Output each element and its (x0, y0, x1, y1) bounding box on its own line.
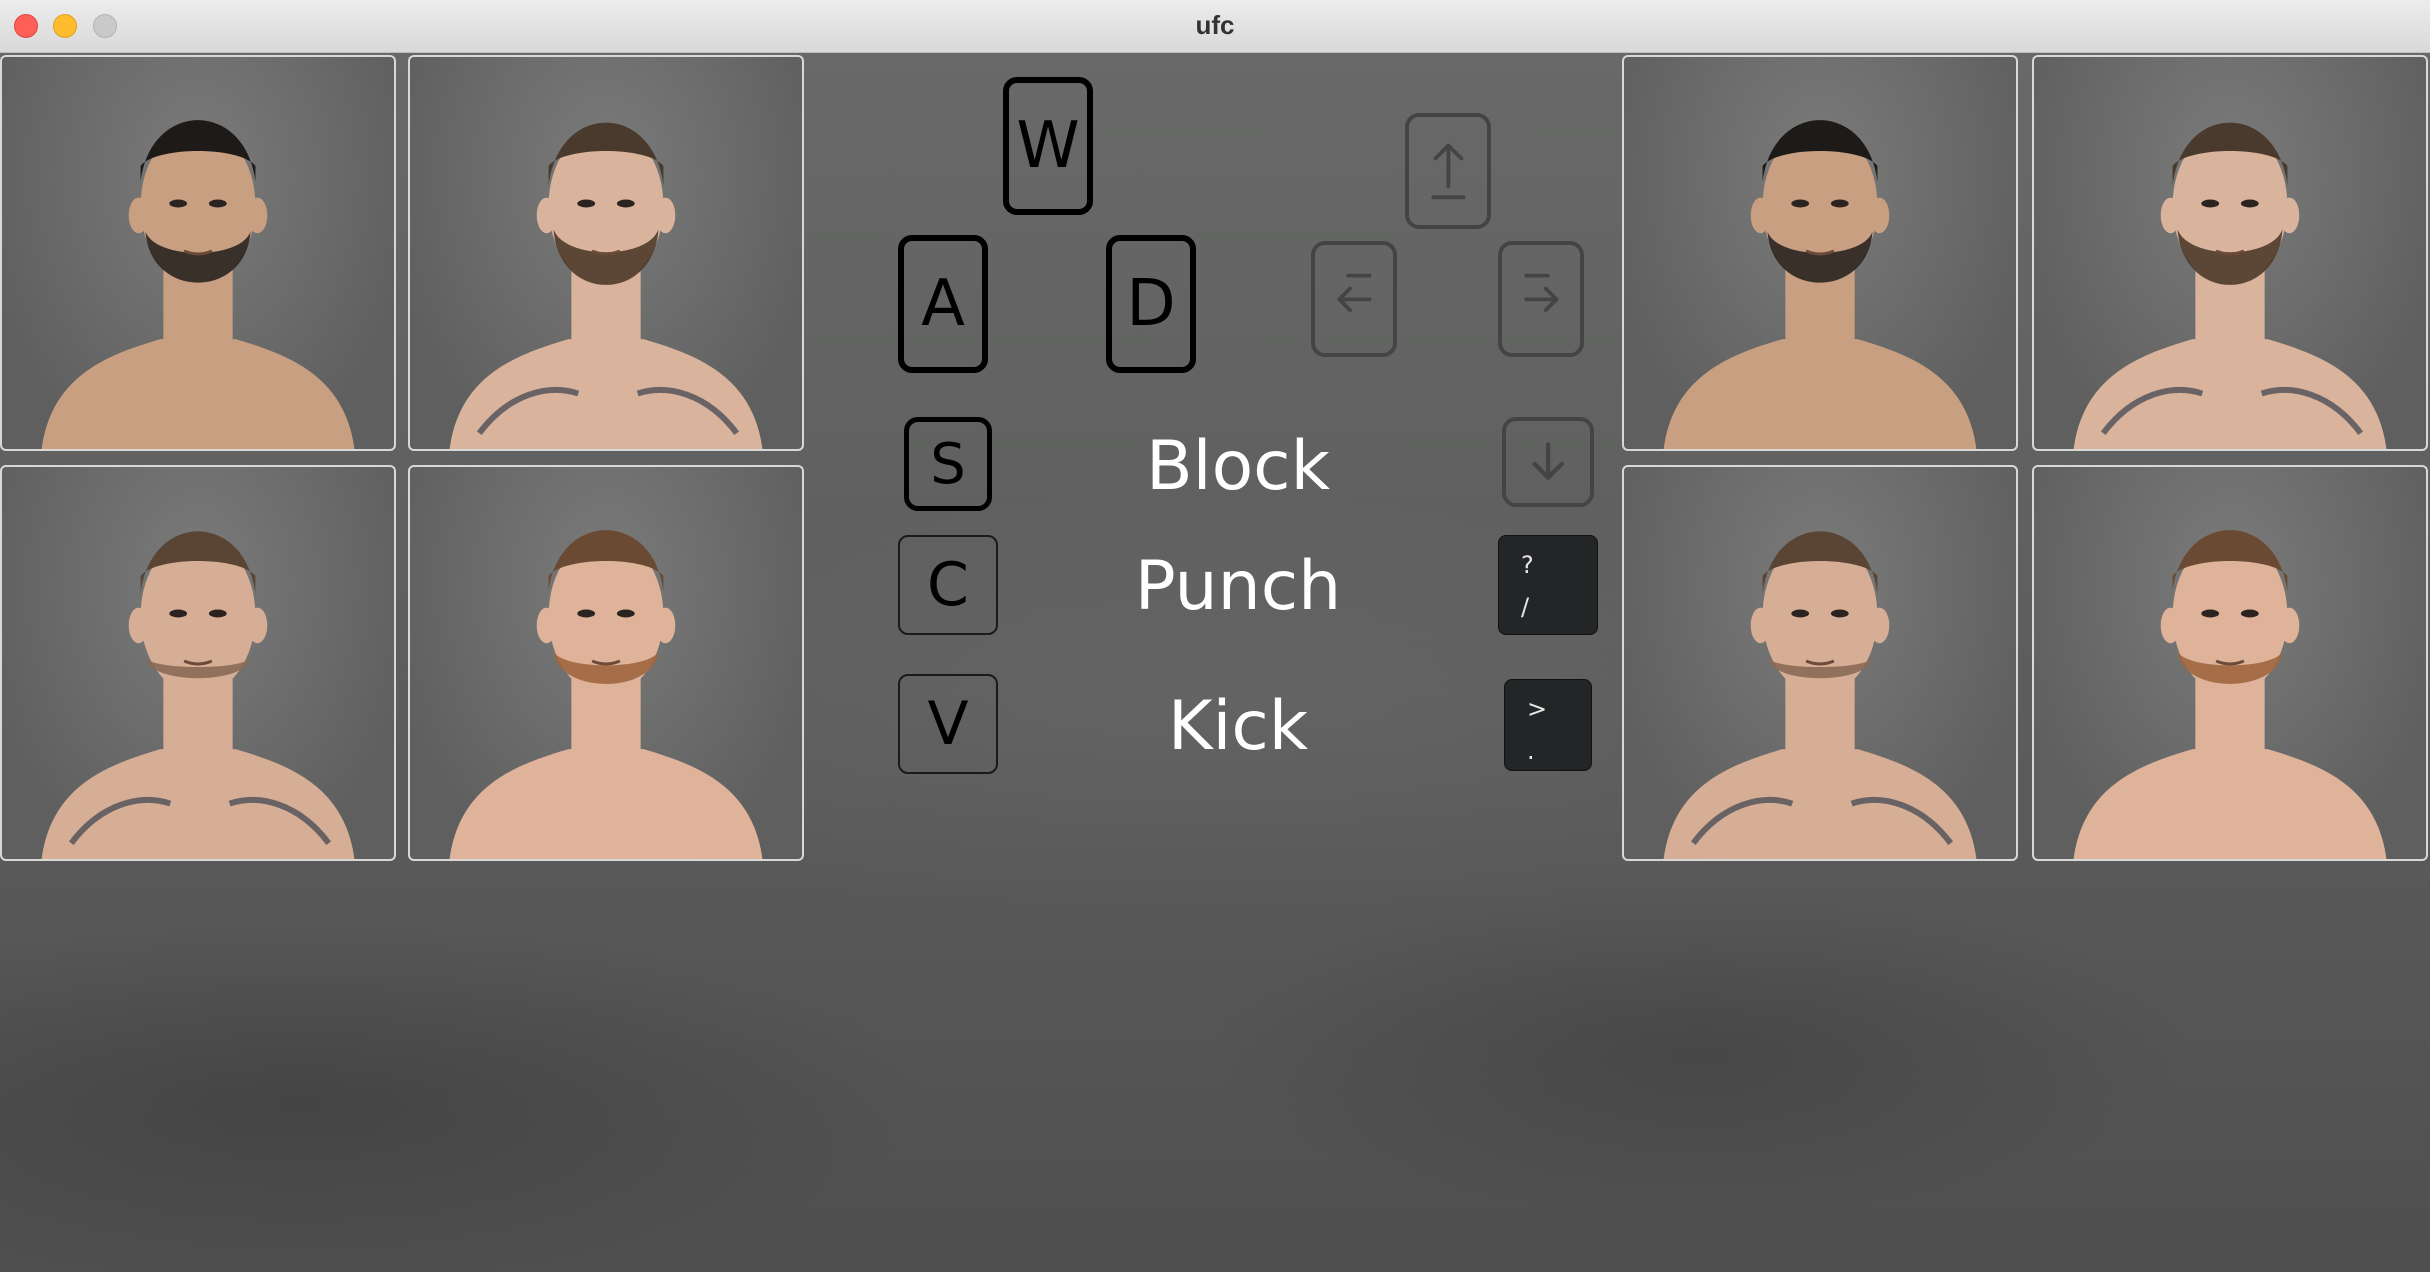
key-v: V (898, 674, 998, 774)
key-period-shift-char: > (1527, 695, 1548, 723)
window-title: ufc (1195, 10, 1235, 40)
game-area: W A D S C V Block Punch Kick ? / > . (0, 53, 2430, 1272)
arrow-up-key (1405, 113, 1491, 229)
arrow-up-icon (1430, 143, 1466, 199)
key-slash: ? / (1498, 535, 1598, 635)
fighter-card-poirier-left[interactable] (0, 465, 396, 861)
fighter-card-mcgregor-left[interactable] (408, 55, 804, 451)
kick-label: Kick (1167, 687, 1309, 766)
key-period: > . (1504, 679, 1592, 771)
arrow-down-icon (1532, 442, 1564, 481)
key-s: S (904, 417, 992, 511)
punch-label: Punch (1134, 547, 1342, 626)
key-c: C (898, 535, 998, 635)
arrow-right-key (1498, 241, 1584, 357)
key-w: W (1003, 77, 1093, 215)
fighter-card-khabib-left[interactable] (0, 55, 396, 451)
fighter-card-khabib-right[interactable] (1622, 55, 2018, 451)
arrow-right-icon (1523, 273, 1559, 312)
key-slash-shift-char: ? (1521, 551, 1534, 579)
fighter-card-gaethje-left[interactable] (408, 465, 804, 861)
key-a: A (898, 235, 988, 373)
key-slash-char: / (1521, 593, 1530, 621)
key-period-char: . (1527, 737, 1535, 765)
fighter-card-gaethje-right[interactable] (2032, 465, 2428, 861)
arrow-left-icon (1336, 273, 1372, 312)
block-label: Block (1146, 427, 1330, 506)
fighter-card-poirier-right[interactable] (1622, 465, 2018, 861)
arrow-left-key (1311, 241, 1397, 357)
arrow-down-key (1502, 417, 1594, 507)
title-bar[interactable]: ufc (0, 0, 2430, 53)
key-d: D (1106, 235, 1196, 373)
fighter-card-mcgregor-right[interactable] (2032, 55, 2428, 451)
app-window: ufc W A D S C V Block Punch Kick ? / > . (0, 0, 2430, 1272)
